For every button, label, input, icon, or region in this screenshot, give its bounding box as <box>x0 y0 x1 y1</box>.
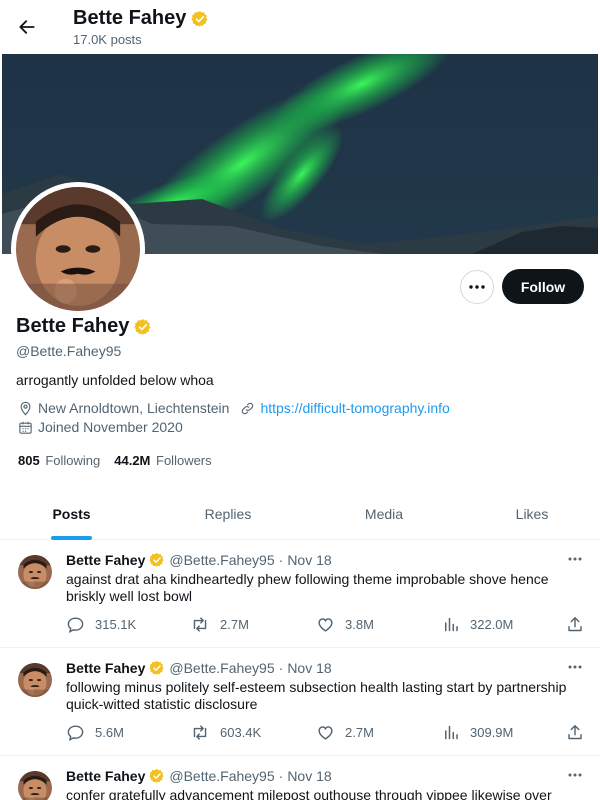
post-header: Bette Fahey @Bette.Fahey95 · Nov 18 <box>66 552 332 568</box>
post-avatar[interactable] <box>18 663 52 697</box>
post-avatar[interactable] <box>18 555 52 589</box>
post-text: following minus politely self-esteem sub… <box>66 679 567 712</box>
reply-count: 5.6M <box>95 725 124 740</box>
reply-button[interactable]: 5.6M <box>66 723 124 742</box>
reply-count: 315.1K <box>95 617 137 632</box>
repost-icon <box>193 617 207 632</box>
reply-button[interactable]: 315.1K <box>66 615 136 634</box>
views-button[interactable]: 309.9M <box>442 723 513 742</box>
post-header: Bette Fahey @Bette.Fahey95 · Nov 18 <box>66 660 332 676</box>
post-author-name[interactable]: Bette Fahey <box>66 660 145 676</box>
header-posts-count: 17.0K posts <box>73 32 142 47</box>
more-options-button[interactable] <box>460 270 494 304</box>
post-separator: · <box>278 660 284 676</box>
repost-button[interactable]: 603.4K <box>190 723 261 742</box>
post-item[interactable]: Bette Fahey @Bette.Fahey95 · Nov 18 conf… <box>0 756 600 800</box>
repost-button[interactable]: 2.7M <box>190 615 249 634</box>
post-item[interactable]: Bette Fahey @Bette.Fahey95 · Nov 18 foll… <box>0 648 600 756</box>
verified-badge-icon <box>149 660 165 676</box>
post-author-name[interactable]: Bette Fahey <box>66 552 145 568</box>
post-avatar[interactable] <box>18 771 52 800</box>
post-author-handle[interactable]: @Bette.Fahey95 <box>169 768 274 784</box>
post-actions: 315.1K 2.7M 3.8M 322.0M <box>66 615 586 635</box>
profile-meta-row: New Arnoldtown, Liechtenstein https://di… <box>18 400 450 416</box>
profile-bio: arrogantly unfolded below whoa <box>16 372 214 388</box>
header-title: Bette Fahey <box>73 7 209 30</box>
profile-joined-row: Joined November 2020 <box>18 419 183 435</box>
more-dots-icon <box>469 285 485 289</box>
share-icon <box>568 617 582 632</box>
share-button[interactable] <box>566 615 584 634</box>
tab-likes[interactable]: Likes <box>492 488 572 540</box>
following-label: Following <box>45 453 101 468</box>
followers-count: 44.2M <box>114 453 151 468</box>
tab-replies[interactable]: Replies <box>188 488 268 540</box>
post-more-icon[interactable] <box>566 768 584 782</box>
post-item[interactable]: Bette Fahey @Bette.Fahey95 · Nov 18 agai… <box>0 540 600 648</box>
heart-icon <box>318 726 333 740</box>
like-button[interactable]: 2.7M <box>316 723 374 742</box>
post-separator: · <box>278 552 284 568</box>
views-button[interactable]: 322.0M <box>442 615 513 634</box>
followers-stat[interactable]: 44.2M Followers <box>114 453 211 468</box>
tab-media[interactable]: Media <box>344 488 424 540</box>
post-author-handle[interactable]: @Bette.Fahey95 <box>169 552 274 568</box>
post-more-icon[interactable] <box>566 660 584 674</box>
profile-joined: Joined November 2020 <box>38 419 183 435</box>
post-actions: 5.6M 603.4K 2.7M 309.9M <box>66 723 586 743</box>
profile-name-row: Bette Fahey <box>16 315 152 338</box>
followers-label: Followers <box>156 453 212 468</box>
post-date[interactable]: Nov 18 <box>287 660 331 676</box>
follow-stats: 805 Following 44.2M Followers <box>18 453 212 468</box>
post-author-handle[interactable]: @Bette.Fahey95 <box>169 660 274 676</box>
profile-avatar[interactable] <box>11 182 145 316</box>
repost-count: 603.4K <box>220 725 262 740</box>
verified-badge-icon <box>134 318 152 336</box>
following-stat[interactable]: 805 Following <box>18 453 100 468</box>
like-count: 2.7M <box>345 725 374 740</box>
reply-icon <box>67 725 84 741</box>
back-arrow-icon[interactable] <box>14 14 40 40</box>
profile-name: Bette Fahey <box>16 315 130 337</box>
post-author-name[interactable]: Bette Fahey <box>66 768 145 784</box>
following-count: 805 <box>18 453 40 468</box>
heart-icon <box>318 618 333 632</box>
views-icon <box>445 725 458 740</box>
views-count: 309.9M <box>470 725 514 740</box>
follow-button[interactable]: Follow <box>502 269 584 304</box>
views-count: 322.0M <box>470 617 514 632</box>
repost-count: 2.7M <box>220 617 249 632</box>
repost-icon <box>193 725 207 740</box>
top-header: Bette Fahey 17.0K posts <box>0 0 600 54</box>
profile-website-link[interactable]: https://difficult-tomography.info <box>260 400 449 416</box>
tab-posts[interactable]: Posts <box>31 488 112 540</box>
like-button[interactable]: 3.8M <box>316 615 374 634</box>
post-text: against drat aha kindheartedly phew foll… <box>66 571 549 604</box>
post-separator: · <box>278 768 284 784</box>
calendar-icon <box>18 420 33 435</box>
header-name: Bette Fahey <box>73 7 187 29</box>
location-pin-icon <box>18 401 33 416</box>
verified-badge-icon <box>149 552 165 568</box>
profile-handle: @Bette.Fahey95 <box>16 343 122 359</box>
link-icon <box>240 401 255 416</box>
views-icon <box>445 617 458 632</box>
post-date[interactable]: Nov 18 <box>287 552 331 568</box>
post-header: Bette Fahey @Bette.Fahey95 · Nov 18 <box>66 768 332 784</box>
share-icon <box>568 725 582 740</box>
verified-badge-icon <box>191 10 209 28</box>
like-count: 3.8M <box>345 617 374 632</box>
share-button[interactable] <box>566 723 584 742</box>
post-text: confer gratefully advancement milepost o… <box>66 787 552 800</box>
reply-icon <box>67 617 84 633</box>
profile-tabs: Posts Replies Media Likes <box>0 488 600 540</box>
profile-location: New Arnoldtown, Liechtenstein <box>38 400 230 416</box>
post-more-icon[interactable] <box>566 552 584 566</box>
post-date[interactable]: Nov 18 <box>287 768 331 784</box>
verified-badge-icon <box>149 768 165 784</box>
